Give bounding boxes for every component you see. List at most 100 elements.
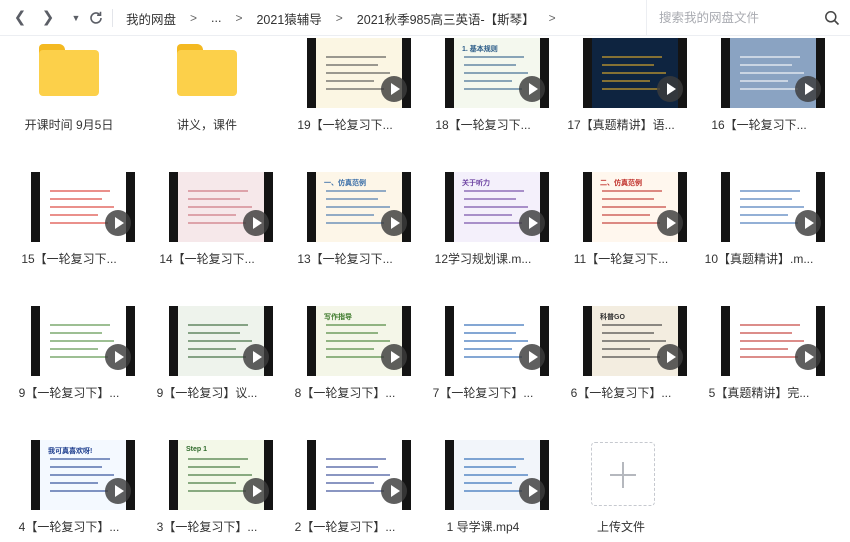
play-icon[interactable] [795, 210, 821, 236]
breadcrumb-item-folder[interactable]: 2021猿辅导 [256, 9, 321, 28]
folder-item[interactable]: 讲义，课件 [138, 38, 276, 158]
slide-title: 1. 基本规则 [462, 46, 498, 53]
file-name-label: 9【一轮复习】议... [156, 386, 258, 400]
play-icon[interactable] [243, 210, 269, 236]
file-name-label: 14【一轮复习下... [159, 252, 255, 266]
video-file-item[interactable]: 二、仿真范例 11【一轮复习下... [552, 172, 690, 292]
folder-icon-body [177, 50, 237, 96]
video-thumbnail [307, 440, 411, 510]
plus-icon [591, 442, 655, 506]
file-name-label: 8【一轮复习下】... [294, 386, 396, 400]
search-input[interactable] [659, 9, 819, 27]
video-file-item[interactable]: 科普GO 6【一轮复习下】... [552, 306, 690, 426]
back-button[interactable]: ❮ [10, 8, 30, 28]
play-icon[interactable] [519, 210, 545, 236]
video-file-item[interactable]: 15【一轮复习下... [0, 172, 138, 292]
play-icon[interactable] [657, 210, 683, 236]
slide-text-line [326, 458, 386, 460]
play-icon[interactable] [243, 344, 269, 370]
video-file-item[interactable]: 5【真题精讲】完... [690, 306, 828, 426]
play-icon[interactable] [519, 76, 545, 102]
refresh-button[interactable] [86, 8, 106, 28]
slide-text-line [326, 490, 384, 492]
breadcrumb-item-ellipsis[interactable]: ... [211, 11, 221, 25]
forward-button[interactable]: ❯ [38, 8, 58, 28]
slide-text-line [188, 214, 236, 216]
file-name-label: 上传文件 [596, 520, 645, 534]
slide-text-line [464, 206, 528, 208]
slide-text-line [464, 222, 522, 224]
play-icon[interactable] [795, 344, 821, 370]
breadcrumb-separator: > [190, 11, 198, 25]
slide-text-line [188, 190, 248, 192]
play-icon[interactable] [657, 76, 683, 102]
video-file-item[interactable]: 14【一轮复习下... [138, 172, 276, 292]
file-name-label: 11【一轮复习下... [573, 252, 669, 266]
breadcrumb-separator: > [235, 11, 243, 25]
file-name-label: 17【真题精讲】语... [567, 118, 675, 132]
slide-text-line [50, 474, 114, 476]
slide-text-line [464, 80, 512, 82]
video-file-item[interactable]: 一、仿真范例 13【一轮复习下... [276, 172, 414, 292]
video-file-item[interactable]: 7【一轮复习下】... [414, 306, 552, 426]
play-icon[interactable] [381, 344, 407, 370]
video-file-item[interactable]: 1. 基本规则 18【一轮复习下... [414, 38, 552, 158]
video-file-item[interactable]: 10【真题精讲】.m... [690, 172, 828, 292]
video-file-item[interactable]: 16【一轮复习下... [690, 38, 828, 158]
video-thumbnail [583, 38, 687, 108]
breadcrumb-item-root[interactable]: 我的网盘 [126, 9, 176, 28]
breadcrumb-item-current[interactable]: 2021秋季985高三英语-【斯琴】 [357, 9, 535, 28]
play-icon[interactable] [105, 478, 131, 504]
video-file-item[interactable]: Step 1 3【一轮复习下】... [138, 440, 276, 542]
video-file-item[interactable]: 1 导学课.mp4 [414, 440, 552, 542]
slide-text-line [740, 88, 798, 90]
video-thumbnail [721, 172, 825, 242]
file-name-label: 18【一轮复习下... [435, 118, 531, 132]
slide-text-line [50, 466, 102, 468]
upload-file-button[interactable]: 上传文件 [552, 440, 690, 542]
slide-text-line [740, 64, 792, 66]
video-file-item[interactable]: 17【真题精讲】语... [552, 38, 690, 158]
slide-text-line [50, 324, 110, 326]
slide-title: 写作指导 [324, 314, 352, 321]
play-icon[interactable] [657, 344, 683, 370]
slide-text-line [50, 356, 108, 358]
play-icon[interactable] [519, 344, 545, 370]
video-file-item[interactable]: 我可真喜欢呀! 4【一轮复习下】... [0, 440, 138, 542]
slide-title: Step 1 [186, 446, 208, 453]
play-icon[interactable] [243, 478, 269, 504]
slide-text-line [464, 214, 512, 216]
video-file-item[interactable]: 9【一轮复习】议... [138, 306, 276, 426]
play-icon[interactable] [795, 76, 821, 102]
slide-text-line [50, 340, 114, 342]
video-file-item[interactable]: 9【一轮复习下】... [0, 306, 138, 426]
folder-item[interactable]: 开课时间 9月5日 [0, 38, 138, 158]
play-icon[interactable] [381, 76, 407, 102]
play-icon[interactable] [519, 478, 545, 504]
video-thumbnail: 一、仿真范例 [307, 172, 411, 242]
video-thumbnail [445, 306, 549, 376]
play-icon[interactable] [381, 478, 407, 504]
slide-text-line [50, 198, 102, 200]
video-thumbnail: 关于听力 [445, 172, 549, 242]
slide-text-line [188, 206, 252, 208]
video-file-item[interactable]: 写作指导 8【一轮复习下】... [276, 306, 414, 426]
video-file-item[interactable]: 19【一轮复习下... [276, 38, 414, 158]
slide-text-line [188, 490, 246, 492]
slide-text-line [188, 458, 248, 460]
slide-text-line [464, 482, 512, 484]
play-icon[interactable] [105, 344, 131, 370]
video-file-item[interactable]: 2【一轮复习下】... [276, 440, 414, 542]
slide-title: 科普GO [600, 314, 625, 321]
search-icon[interactable] [824, 10, 840, 26]
slide-text-line [464, 72, 528, 74]
slide-title: 一、仿真范例 [324, 180, 366, 187]
slide-text-line [740, 72, 804, 74]
slide-text-line [602, 206, 666, 208]
slide-text-line [50, 206, 114, 208]
play-icon[interactable] [105, 210, 131, 236]
history-dropdown-button[interactable]: ▼ [66, 8, 86, 28]
play-icon[interactable] [381, 210, 407, 236]
slide-text-line [326, 64, 378, 66]
video-file-item[interactable]: 关于听力 12学习规划课.m... [414, 172, 552, 292]
